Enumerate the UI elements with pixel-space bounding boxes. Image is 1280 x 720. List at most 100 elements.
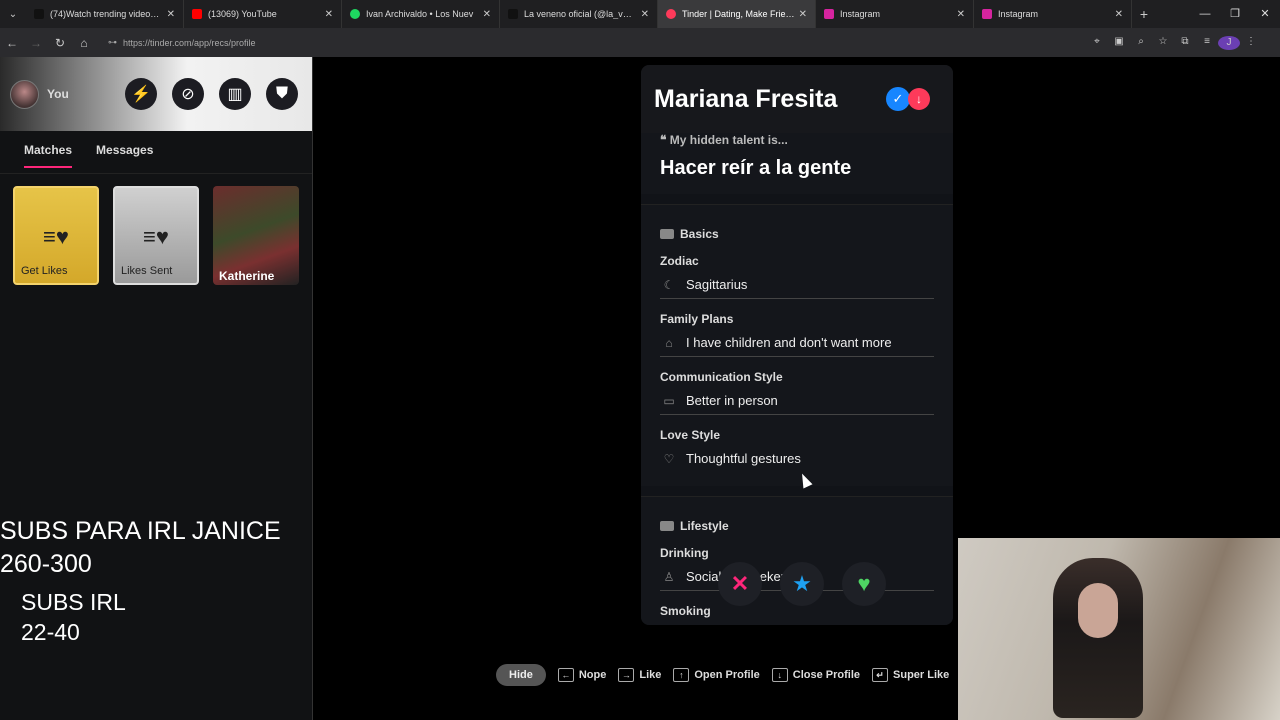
prompt-question-text: My hidden talent is... [669,133,788,147]
profile-avatar[interactable]: J [1218,35,1240,50]
stream-overlay-text-2: SUBS IRL 22-40 [21,587,126,647]
menu-kebab-icon[interactable]: ⋮ [1240,36,1262,50]
overlay-line: 260-300 [0,550,92,578]
tab-close-icon[interactable]: ✕ [957,9,965,20]
tab-favicon-icon [824,9,834,19]
basics-field: Zodiac ☾ Sagittarius [660,254,934,299]
shortcut-label: Super Like [893,669,950,681]
tab-close-icon[interactable]: ✕ [483,9,491,20]
browser-tab[interactable]: La veneno oficial (@la_veneni ✕ [500,0,658,28]
url-input[interactable]: ⊶ https://tinder.com/app/recs/profile [102,31,1082,54]
tab-search-icon[interactable]: ⌄ [0,0,26,28]
basics-field: Communication Style ▭ Better in person [660,370,934,415]
nope-x-icon[interactable]: ✕ [718,562,762,606]
new-tab-icon[interactable]: + [1132,6,1156,22]
down-arrow-key-icon: ↓ [771,668,788,682]
tab-favicon-icon [666,9,676,19]
shortcut-label: Nope [578,669,607,681]
close-window-icon[interactable]: ✕ [1250,0,1280,28]
section-title: Lifestyle [660,519,934,533]
reload-icon[interactable]: ↻ [48,36,72,50]
browser-tab[interactable]: (13069) YouTube ✕ [184,0,342,28]
lifestyle-field: Smoking [660,604,934,624]
webcam-overlay [958,538,1280,720]
verified-check-icon: ✓ [886,87,910,111]
tab-close-icon[interactable]: ✕ [799,9,807,20]
tab-label: (13069) YouTube [208,9,277,19]
shortcut-label: Open Profile [694,669,760,681]
card-label: Get Likes [21,265,68,277]
tab-close-icon[interactable]: ✕ [641,9,649,20]
swipe-actions: ✕ ★ ♥ [718,562,886,606]
overlay-line: SUBS IRL [21,589,126,615]
basics-field: Love Style ♡ Thoughtful gestures [660,428,934,472]
minimize-icon[interactable]: — [1190,0,1220,28]
section-title: Basics [660,227,934,241]
avatar[interactable] [10,79,39,109]
hide-button[interactable]: Hide [496,664,546,686]
shortcut-close-profile: ↓ Close Profile [771,668,861,682]
browser-tab[interactable]: (74)Watch trending videos for y ✕ [26,0,184,28]
left-arrow-key-icon: ← [557,668,574,682]
media-icon[interactable]: ≡ [1196,36,1218,50]
get-likes-card[interactable]: ≡♥ Get Likes [13,186,99,285]
tab-favicon-icon [508,9,518,19]
browser-tab-active[interactable]: Tinder | Dating, Make Friends & ✕ [658,0,816,28]
bookmark-star-icon[interactable]: ☆ [1152,36,1174,50]
close-profile-arrow-icon[interactable]: ↓ [908,88,930,110]
enter-key-icon: ↵ [872,668,889,682]
browser-tab[interactable]: Instagram ✕ [816,0,974,28]
card-label: Katherine [219,269,275,283]
explore-compass-icon[interactable]: ⊘ [172,78,204,110]
super-like-star-icon[interactable]: ★ [780,562,824,606]
tab-close-icon[interactable]: ✕ [325,9,333,20]
cast-icon[interactable]: ▣ [1108,36,1130,50]
site-info-icon[interactable]: ⊶ [108,37,117,48]
likes-sent-card[interactable]: ≡♥ Likes Sent [113,186,199,285]
extensions-icon[interactable]: ⧉ [1174,36,1196,50]
shortcut-label: Like [639,669,662,681]
location-icon[interactable]: ⌖ [1086,36,1108,50]
tag-icon [660,229,674,239]
card-label: Likes Sent [121,265,173,277]
user-label[interactable]: You [47,87,69,101]
field-value: I have children and don't want more [686,335,892,350]
like-heart-icon[interactable]: ♥ [842,562,886,606]
tab-label: Ivan Archivaldo • Los Nuev [366,9,474,19]
likes-sent-heart-icon: ≡♥ [143,224,169,249]
header-buttons: ⚡ ⊘ ▥ ⛊ [125,78,298,110]
briefcase-icon[interactable]: ▥ [219,78,251,110]
home-icon[interactable]: ⌂ [72,36,96,50]
glass-icon: ♙ [663,569,675,584]
profile-name: Mariana Fresita [654,84,838,113]
tag-icon [660,521,674,531]
tab-matches[interactable]: Matches [24,143,73,168]
address-bar-row: ← → ↻ ⌂ ⊶ https://tinder.com/app/recs/pr… [0,28,1280,57]
sidebar-header: You ⚡ ⊘ ▥ ⛊ [0,57,312,131]
tab-close-icon[interactable]: ✕ [1115,9,1123,20]
tab-close-icon[interactable]: ✕ [167,9,175,20]
tab-label: Tinder | Dating, Make Friends & [682,9,795,19]
browser-tab[interactable]: Instagram ✕ [974,0,1132,28]
zoom-icon[interactable]: ⌕ [1130,36,1152,50]
match-card-katherine[interactable]: Katherine [213,186,299,285]
field-value: Better in person [686,393,778,408]
shortcut-label: Close Profile [792,669,861,681]
section-title-text: Lifestyle [680,519,729,533]
likes-heart-icon: ≡♥ [43,224,69,249]
field-value: Thoughtful gestures [686,451,801,466]
profile-initial: J [1218,35,1240,50]
overlay-line: 22-40 [21,619,80,645]
heart-chat-icon: ♡ [663,451,675,466]
tab-favicon-icon [350,9,360,19]
shortcut-like: → Like [618,668,661,682]
browser-tab[interactable]: Ivan Archivaldo • Los Nuev ✕ [342,0,500,28]
safety-shield-icon[interactable]: ⛊ [266,78,298,110]
forward-icon[interactable]: → [24,36,48,50]
tab-favicon-icon [34,9,44,19]
restore-icon[interactable]: ❐ [1220,0,1250,28]
boost-bolt-icon[interactable]: ⚡ [125,78,157,110]
tab-messages[interactable]: Messages [96,143,153,165]
back-icon[interactable]: ← [0,36,24,50]
sidebar-tabs: Matches Messages [0,131,312,174]
